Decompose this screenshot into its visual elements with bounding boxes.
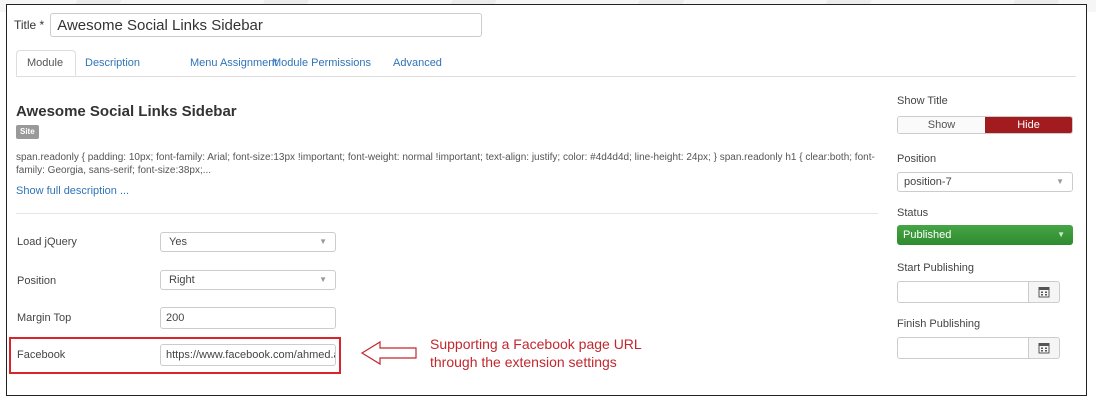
- show-title-toggle: Show Hide: [897, 116, 1073, 134]
- status-label: Status: [897, 207, 929, 219]
- tab-module[interactable]: Module: [16, 50, 76, 76]
- tab-module-permissions[interactable]: Module Permissions: [262, 50, 381, 76]
- start-publishing-input[interactable]: [897, 281, 1029, 303]
- show-full-description-link[interactable]: Show full description ...: [16, 185, 129, 197]
- arrow-left-icon: [360, 340, 417, 366]
- site-badge: Site: [16, 125, 39, 139]
- margin-top-label: Margin Top: [17, 312, 72, 324]
- position-value: Right: [169, 274, 195, 286]
- side-position-label: Position: [897, 153, 937, 165]
- chevron-down-icon: ▼: [1057, 230, 1065, 239]
- title-row: Title *: [14, 12, 483, 38]
- title-input[interactable]: [50, 13, 483, 37]
- side-position-select[interactable]: position-7 ▼: [897, 172, 1073, 192]
- finish-publishing-input[interactable]: [897, 337, 1029, 359]
- tab-description[interactable]: Description: [75, 50, 150, 76]
- start-publishing-calendar-button[interactable]: [1028, 281, 1060, 303]
- finish-publishing-label: Finish Publishing: [897, 318, 981, 330]
- show-title-show-button[interactable]: Show: [898, 117, 985, 133]
- status-select[interactable]: Published ▼: [897, 225, 1073, 245]
- calendar-icon: [1038, 287, 1050, 298]
- position-select[interactable]: Right ▼: [160, 270, 336, 290]
- load-jquery-label: Load jQuery: [17, 236, 77, 248]
- show-title-label: Show Title: [897, 95, 948, 107]
- tab-advanced[interactable]: Advanced: [383, 50, 452, 76]
- annotation-line-2: through the extension settings: [430, 354, 617, 370]
- status-value: Published: [903, 229, 952, 241]
- finish-publishing-calendar-button[interactable]: [1028, 337, 1060, 359]
- calendar-icon: [1038, 343, 1050, 354]
- show-title-hide-button[interactable]: Hide: [985, 117, 1072, 133]
- module-heading: Awesome Social Links Sidebar: [16, 103, 237, 120]
- divider: [16, 213, 878, 214]
- chevron-down-icon: ▼: [1056, 177, 1064, 186]
- title-label: Title *: [14, 18, 45, 32]
- annotation-line-1: Supporting a Facebook page URL: [430, 336, 642, 352]
- load-jquery-select[interactable]: Yes ▼: [160, 232, 336, 252]
- position-label: Position: [17, 275, 57, 287]
- annotation: Supporting a Facebook page URL through t…: [430, 335, 642, 371]
- highlight-box: [9, 337, 341, 374]
- chevron-down-icon: ▼: [319, 275, 327, 284]
- load-jquery-value: Yes: [169, 236, 187, 248]
- tab-bar: Module Description Menu Assignment Modul…: [16, 50, 1076, 77]
- start-publishing-label: Start Publishing: [897, 262, 975, 274]
- side-position-value: position-7: [904, 176, 952, 188]
- margin-top-input[interactable]: 200: [160, 307, 336, 329]
- module-description: span.readonly { padding: 10px; font-fami…: [16, 152, 875, 176]
- chevron-down-icon: ▼: [319, 237, 327, 246]
